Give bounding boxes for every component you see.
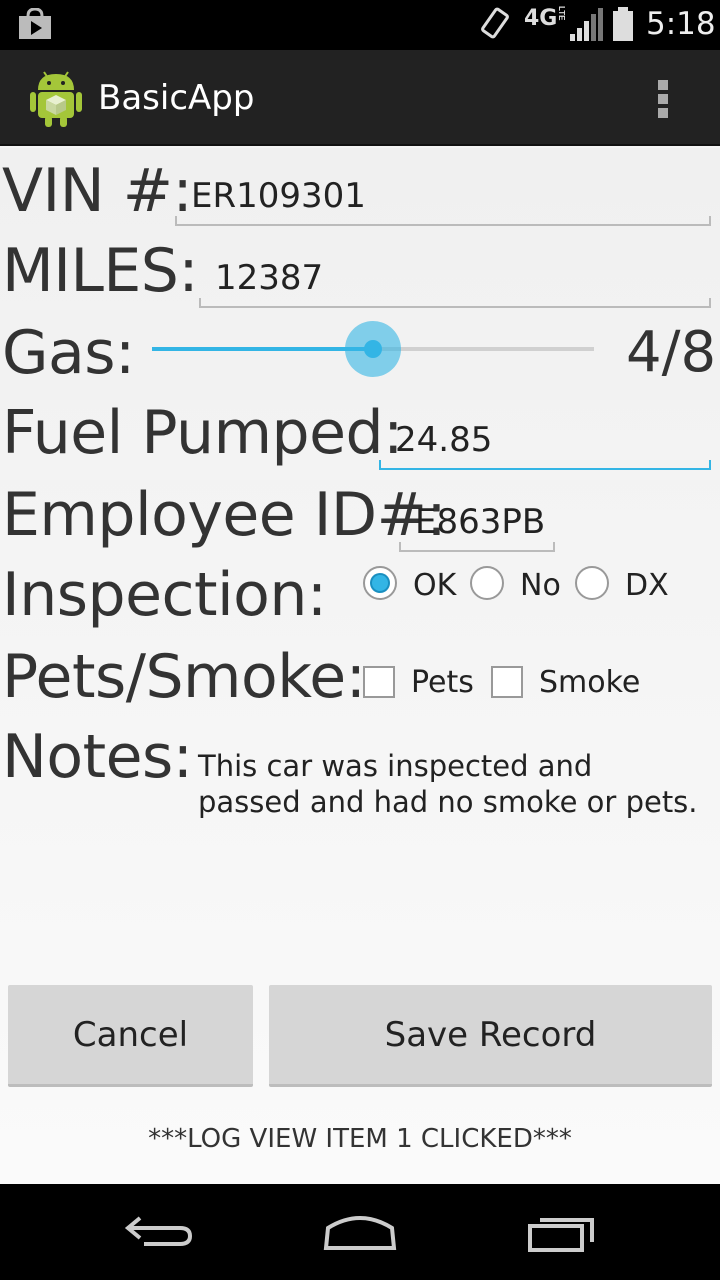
inspection-label: Inspection: bbox=[2, 560, 327, 630]
gas-value: 4/8 bbox=[626, 320, 717, 385]
inspection-option-label: No bbox=[520, 568, 561, 603]
inspection-radio-no[interactable] bbox=[470, 566, 504, 600]
miles-label: MILES: bbox=[2, 236, 199, 306]
gas-slider-thumb[interactable] bbox=[345, 321, 401, 377]
app-title: BasicApp bbox=[98, 78, 255, 118]
network-type-label: 4G bbox=[524, 6, 558, 31]
battery-icon bbox=[613, 7, 633, 41]
signal-strength-icon bbox=[570, 8, 603, 41]
action-bar: BasicApp bbox=[0, 50, 720, 146]
smoke-checkbox-label: Smoke bbox=[539, 665, 641, 700]
form-content: VIN #: ER109301 MILES: 12387 Gas: 4/8 Fu… bbox=[0, 148, 720, 1184]
status-bar: 4G LTE 5:18 bbox=[0, 0, 720, 50]
inspection-option-label: DX bbox=[625, 568, 669, 603]
notes-text[interactable]: This car was inspected and passed and ha… bbox=[198, 748, 698, 820]
save-record-button[interactable]: Save Record bbox=[269, 985, 712, 1087]
inspection-radio-ok[interactable] bbox=[363, 566, 397, 600]
vin-label: VIN #: bbox=[2, 156, 193, 226]
fuel-pumped-input[interactable]: 24.85 bbox=[379, 420, 711, 470]
employee-id-input[interactable]: E863PB bbox=[399, 502, 555, 552]
navigation-bar bbox=[0, 1184, 720, 1280]
pets-checkbox[interactable] bbox=[363, 666, 395, 698]
employee-id-label: Employee ID#: bbox=[2, 480, 447, 550]
overflow-dot bbox=[658, 94, 668, 104]
notes-label: Notes: bbox=[2, 722, 193, 792]
gas-label: Gas: bbox=[2, 318, 135, 388]
pets-checkbox-label: Pets bbox=[411, 665, 474, 700]
overflow-dot bbox=[658, 80, 668, 90]
auto-rotate-icon bbox=[481, 7, 509, 39]
vin-input[interactable]: ER109301 bbox=[175, 176, 711, 226]
recent-apps-icon[interactable] bbox=[526, 1210, 598, 1254]
smoke-checkbox[interactable] bbox=[491, 666, 523, 698]
inspection-radio-dx[interactable] bbox=[575, 566, 609, 600]
inspection-option-label: OK bbox=[413, 568, 457, 603]
miles-input[interactable]: 12387 bbox=[199, 258, 711, 308]
play-store-notification-icon bbox=[19, 8, 51, 39]
fuel-pumped-label: Fuel Pumped: bbox=[2, 398, 403, 468]
pets-smoke-label: Pets/Smoke: bbox=[2, 642, 366, 712]
log-status-text: ***LOG VIEW ITEM 1 CLICKED*** bbox=[148, 1124, 572, 1154]
gas-slider[interactable] bbox=[152, 321, 594, 377]
android-app-icon bbox=[30, 71, 82, 127]
back-icon[interactable] bbox=[124, 1210, 194, 1254]
gas-slider-fill bbox=[152, 347, 373, 351]
home-icon[interactable] bbox=[322, 1210, 398, 1254]
status-clock: 5:18 bbox=[646, 6, 716, 42]
cancel-button[interactable]: Cancel bbox=[8, 985, 253, 1087]
overflow-menu-button[interactable] bbox=[648, 76, 678, 122]
overflow-dot bbox=[658, 108, 668, 118]
lte-label: LTE bbox=[557, 6, 566, 21]
